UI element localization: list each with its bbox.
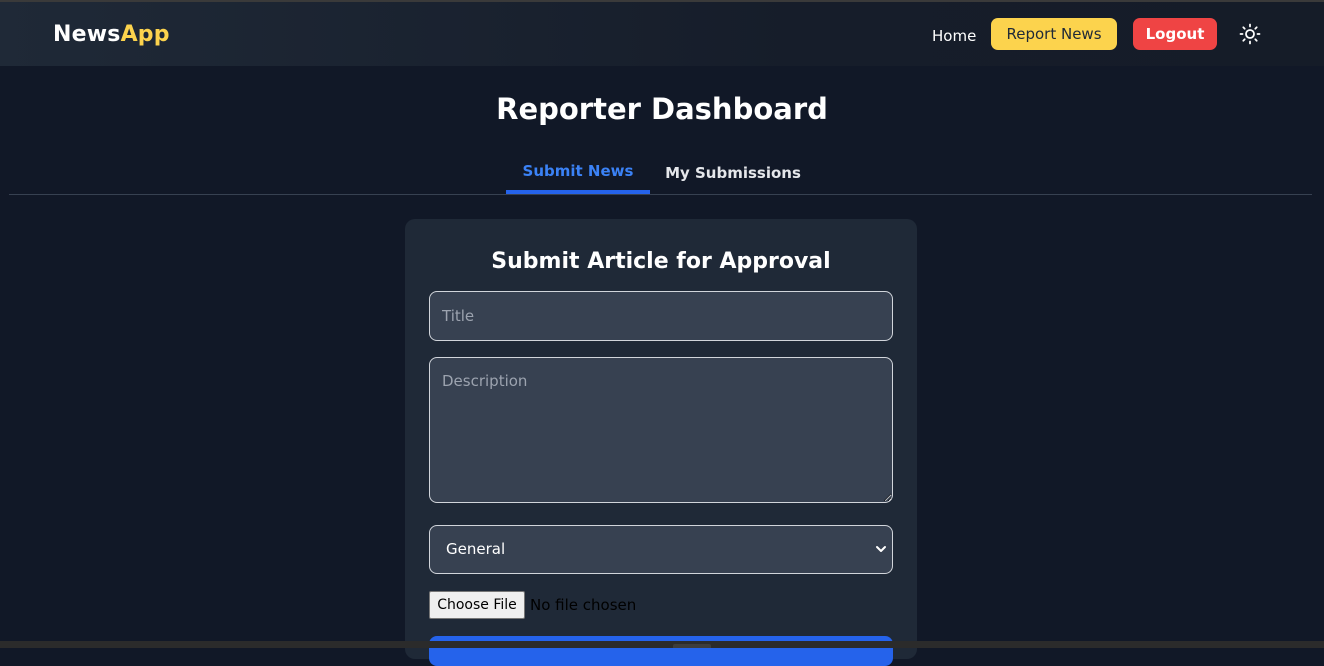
app-logo[interactable]: NewsApp — [53, 21, 170, 49]
choose-file-button[interactable]: Choose File — [429, 591, 525, 619]
tabs-divider — [9, 194, 1312, 195]
navbar: NewsApp Home Report News Logout — [0, 2, 1324, 66]
tab-my-submissions[interactable]: My Submissions — [658, 162, 808, 196]
title-input[interactable] — [429, 291, 893, 341]
category-select[interactable]: General — [429, 525, 893, 574]
logout-button[interactable]: Logout — [1133, 18, 1217, 50]
nav-home-link[interactable]: Home — [932, 25, 976, 47]
description-textarea[interactable] — [429, 357, 893, 503]
form-heading: Submit Article for Approval — [491, 249, 831, 274]
submit-article-card: Submit Article for Approval General Choo… — [405, 219, 917, 666]
sun-icon — [1239, 23, 1261, 45]
window-bottom-bar — [0, 641, 1324, 648]
file-status-text: No file chosen — [530, 596, 637, 614]
bottom-scroll-handle[interactable] — [673, 644, 711, 648]
logo-text-app: App — [120, 22, 170, 47]
chevron-down-icon — [876, 546, 886, 552]
theme-toggle-button[interactable] — [1239, 23, 1261, 45]
category-selected-value: General — [446, 540, 506, 558]
logo-text-news: News — [53, 22, 121, 47]
tab-submit-news[interactable]: Submit News — [506, 160, 650, 194]
page-title: Reporter Dashboard — [496, 92, 828, 126]
report-news-button[interactable]: Report News — [991, 18, 1117, 50]
